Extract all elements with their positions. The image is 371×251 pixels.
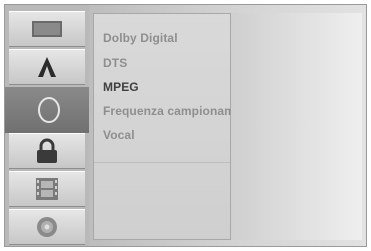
- main-area: Dolby Digital DTS MPEG Frequenza campion…: [89, 5, 366, 246]
- submenu-item-vocal[interactable]: Vocal: [103, 128, 135, 142]
- disc-icon: [32, 21, 62, 37]
- sidebar-item-language[interactable]: [9, 49, 85, 85]
- audio-circle-icon: [38, 97, 60, 123]
- submenu-item-sample-frequency[interactable]: Frequenza campionam: [103, 104, 235, 118]
- submenu-item-dts[interactable]: DTS: [103, 56, 127, 70]
- cd-icon: [37, 217, 57, 237]
- submenu-item-mpeg[interactable]: MPEG: [103, 80, 139, 94]
- sidebar-item-disc[interactable]: [9, 11, 85, 47]
- sidebar-item-cd[interactable]: [9, 209, 85, 245]
- options-panel: [231, 13, 362, 240]
- film-icon: [36, 178, 58, 200]
- sidebar-item-audio[interactable]: [5, 87, 93, 133]
- language-icon: [38, 57, 56, 77]
- setup-menu-window: Dolby Digital DTS MPEG Frequenza campion…: [4, 4, 367, 247]
- lock-icon: [37, 138, 57, 163]
- audio-submenu: Dolby Digital DTS MPEG Frequenza campion…: [93, 13, 235, 240]
- sidebar-item-lock[interactable]: [9, 133, 85, 169]
- submenu-item-dolby-digital[interactable]: Dolby Digital: [103, 31, 178, 45]
- sidebar: [5, 5, 93, 246]
- sidebar-item-film[interactable]: [9, 171, 85, 207]
- submenu-divider: [94, 162, 230, 163]
